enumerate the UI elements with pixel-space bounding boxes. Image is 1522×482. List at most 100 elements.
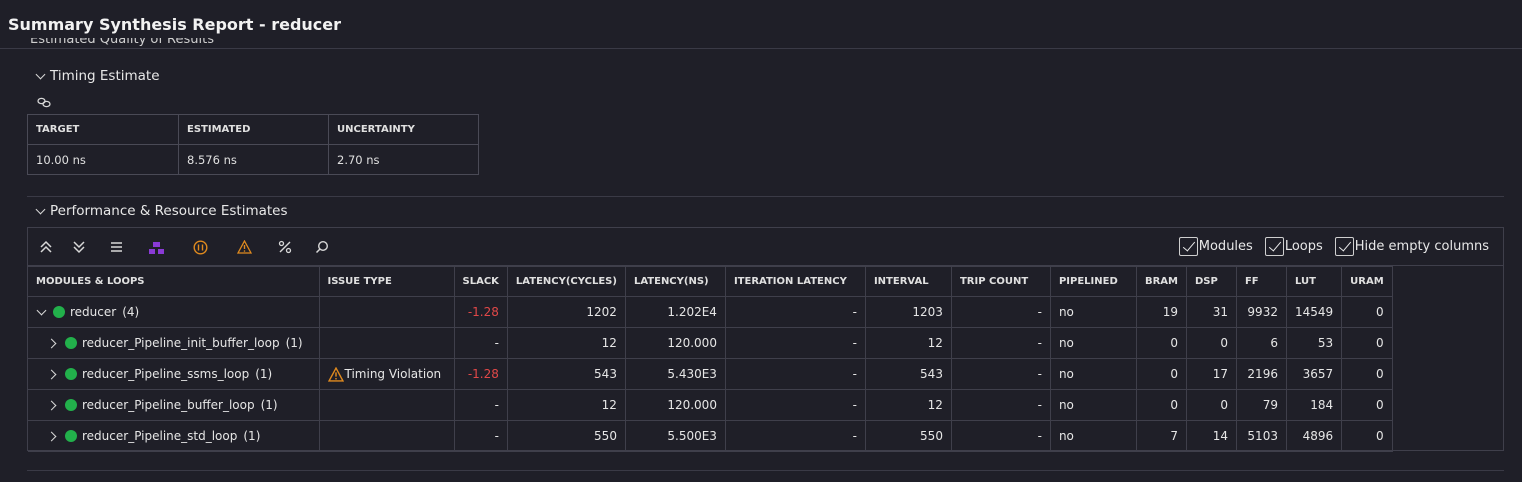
child-count: (1) bbox=[260, 398, 278, 412]
trip-cell: - bbox=[950, 420, 1051, 452]
issue-type-label[interactable]: Timing Violation bbox=[345, 367, 442, 381]
column-header[interactable]: LATENCY(CYCLES) bbox=[506, 266, 626, 297]
issue-cell: Timing Violation bbox=[318, 358, 455, 390]
column-header[interactable]: BRAM bbox=[1135, 266, 1187, 297]
search-icon[interactable] bbox=[313, 238, 331, 256]
timing-table: TARGET ESTIMATED UNCERTAINTY 10.00 ns 8.… bbox=[27, 114, 479, 175]
checkbox-label: Loops bbox=[1284, 239, 1323, 254]
iter-lat-cell: - bbox=[724, 420, 866, 452]
column-header[interactable]: PIPELINED bbox=[1049, 266, 1137, 297]
percent-icon[interactable] bbox=[276, 238, 294, 256]
slack-cell: - bbox=[453, 420, 508, 452]
chevron-down-icon[interactable] bbox=[36, 306, 48, 318]
chevron-right-icon[interactable] bbox=[48, 368, 60, 380]
checkbox-checked-icon[interactable] bbox=[1334, 237, 1354, 256]
modules-checkbox[interactable]: Modules bbox=[1178, 237, 1253, 256]
timing-value-row: 10.00 ns 8.576 ns 2.70 ns bbox=[27, 144, 479, 175]
uram-cell: 0 bbox=[1341, 296, 1393, 328]
timing-value: 8.576 ns bbox=[178, 144, 329, 175]
module-cell[interactable]: reducer_Pipeline_ssms_loop (1) bbox=[28, 358, 320, 390]
status-ok-icon bbox=[65, 337, 77, 349]
lat-ns-cell: 5.430E3 bbox=[624, 358, 726, 390]
uram-cell: 0 bbox=[1341, 358, 1393, 390]
title-bar: Summary Synthesis Report - reducer bbox=[0, 0, 1522, 49]
module-name: reducer_Pipeline_buffer_loop bbox=[82, 398, 255, 412]
ff-cell: 5103 bbox=[1235, 420, 1287, 452]
pipeline-icon[interactable] bbox=[191, 238, 209, 256]
chevron-down-icon bbox=[35, 205, 47, 217]
module-cell[interactable]: reducer_Pipeline_std_loop (1) bbox=[28, 420, 320, 452]
column-header[interactable]: FF bbox=[1235, 266, 1287, 297]
collapse-all-icon[interactable] bbox=[37, 238, 55, 256]
bram-cell: 0 bbox=[1135, 327, 1187, 359]
pipelined-cell: no bbox=[1049, 296, 1137, 328]
section-divider bbox=[27, 196, 1504, 197]
table-row[interactable]: reducer_Pipeline_init_buffer_loop (1) - 12 1… bbox=[28, 327, 1393, 359]
ff-cell: 9932 bbox=[1235, 296, 1287, 328]
column-header[interactable]: LUT bbox=[1285, 266, 1343, 297]
section-divider bbox=[27, 470, 1504, 471]
column-header[interactable]: DSP bbox=[1185, 266, 1237, 297]
interval-cell: 550 bbox=[864, 420, 952, 452]
table-row[interactable]: reducer_Pipeline_std_loop (1) -550 5.500E3-… bbox=[28, 420, 1393, 452]
column-header[interactable]: TRIP COUNT bbox=[950, 266, 1051, 297]
chevron-right-icon[interactable] bbox=[48, 337, 60, 349]
timing-value: 2.70 ns bbox=[328, 144, 479, 175]
module-cell[interactable]: reducer (4) bbox=[28, 296, 320, 328]
status-ok-icon bbox=[65, 399, 77, 411]
checkbox-label: Modules bbox=[1198, 239, 1253, 254]
table-row[interactable]: reducer_Pipeline_buffer_loop (1) -12 120.00… bbox=[28, 389, 1393, 421]
uram-cell: 0 bbox=[1341, 389, 1393, 421]
checkbox-checked-icon[interactable] bbox=[1264, 237, 1284, 256]
timing-header: TARGET bbox=[27, 114, 179, 145]
iter-lat-cell: - bbox=[724, 358, 866, 390]
iter-lat-cell: - bbox=[724, 296, 866, 328]
lut-cell: 3657 bbox=[1285, 358, 1343, 390]
column-header[interactable]: URAM bbox=[1341, 266, 1393, 297]
perf-section-toggle[interactable]: Performance & Resource Estimates bbox=[35, 203, 288, 219]
checkbox-label: Hide empty columns bbox=[1354, 239, 1489, 254]
timing-header: ESTIMATED bbox=[178, 114, 329, 145]
list-icon[interactable] bbox=[107, 238, 125, 256]
module-name: reducer_Pipeline_ssms_loop bbox=[82, 367, 250, 381]
module-cell[interactable]: reducer_Pipeline_init_buffer_loop (1) bbox=[28, 327, 320, 359]
expand-all-icon[interactable] bbox=[70, 238, 88, 256]
checkbox-checked-icon[interactable] bbox=[1178, 237, 1198, 256]
performance-table: MODULES & LOOPS ISSUE TYPE SLACK LATENCY… bbox=[28, 266, 1393, 452]
interval-cell: 543 bbox=[864, 358, 952, 390]
timing-section-toggle[interactable]: Timing Estimate bbox=[35, 68, 160, 84]
column-header[interactable]: MODULES & LOOPS bbox=[28, 266, 320, 297]
window-title: Summary Synthesis Report - reducer bbox=[8, 14, 342, 34]
loops-checkbox[interactable]: Loops bbox=[1264, 237, 1323, 256]
lat-cycles-cell: 550 bbox=[506, 420, 626, 452]
chevron-right-icon[interactable] bbox=[48, 430, 60, 442]
table-row[interactable]: reducer (4) -1.28 1202 1.202E4-1203- no 19 31 99… bbox=[28, 296, 1393, 328]
hide-empty-columns-checkbox[interactable]: Hide empty columns bbox=[1334, 237, 1489, 256]
lat-cycles-cell: 543 bbox=[506, 358, 626, 390]
lat-ns-cell: 5.500E3 bbox=[624, 420, 726, 452]
module-hierarchy-icon[interactable] bbox=[147, 238, 165, 256]
chevron-down-icon bbox=[35, 70, 47, 82]
column-header[interactable]: ISSUE TYPE bbox=[318, 266, 455, 297]
table-row[interactable]: reducer_Pipeline_ssms_loop (1) Timing Viol… bbox=[28, 358, 1393, 390]
ff-cell: 6 bbox=[1235, 327, 1287, 359]
lat-ns-cell: 120.000 bbox=[624, 327, 726, 359]
lat-cycles-cell: 1202 bbox=[506, 296, 626, 328]
bram-cell: 7 bbox=[1135, 420, 1187, 452]
column-header[interactable]: LATENCY(NS) bbox=[624, 266, 726, 297]
column-header[interactable]: ITERATION LATENCY bbox=[724, 266, 866, 297]
section-heading-quality: Estimated Quality of Results bbox=[30, 38, 214, 47]
chevron-right-icon[interactable] bbox=[48, 399, 60, 411]
status-ok-icon bbox=[65, 368, 77, 380]
timing-section-title: Timing Estimate bbox=[50, 68, 160, 84]
warning-icon[interactable] bbox=[235, 238, 253, 256]
link-icon[interactable] bbox=[37, 97, 51, 108]
dsp-cell: 17 bbox=[1185, 358, 1237, 390]
column-header[interactable]: SLACK bbox=[453, 266, 508, 297]
perf-section-title: Performance & Resource Estimates bbox=[50, 203, 288, 219]
issue-cell bbox=[318, 420, 455, 452]
slack-cell: - bbox=[453, 327, 508, 359]
interval-cell: 12 bbox=[864, 327, 952, 359]
column-header[interactable]: INTERVAL bbox=[864, 266, 952, 297]
module-cell[interactable]: reducer_Pipeline_buffer_loop (1) bbox=[28, 389, 320, 421]
